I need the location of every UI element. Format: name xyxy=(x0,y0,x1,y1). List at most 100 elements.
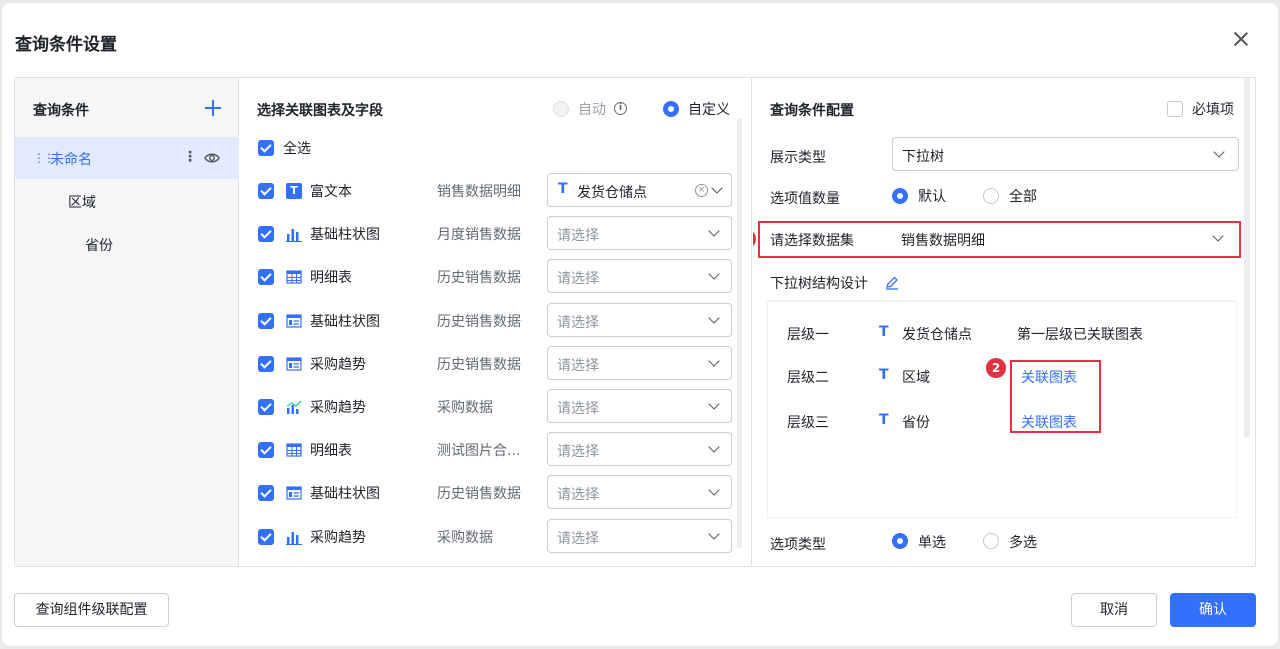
required-label: 必填项 xyxy=(1192,102,1234,118)
option-single-radio[interactable] xyxy=(892,533,908,549)
chart-name: 采购趋势 xyxy=(310,400,366,416)
select-all-label: 全选 xyxy=(283,141,311,157)
chevron-down-icon xyxy=(708,484,720,496)
field-placeholder: 请选择 xyxy=(557,358,599,374)
field-value: 发货仓储点 xyxy=(577,185,647,201)
chart-dataset: 销售数据明细 xyxy=(437,184,521,200)
dataset-value: 销售数据明细 xyxy=(901,233,985,249)
cascade-config-button[interactable]: 查询组件级联配置 xyxy=(14,593,169,627)
auto-mode-label: 自动 xyxy=(578,102,606,118)
field-placeholder: 请选择 xyxy=(557,487,599,503)
condition-list-panel: 查询条件 ⋮⋮ 未命名 ⋮ 区域 省份 xyxy=(15,78,239,566)
chart-checkbox[interactable] xyxy=(258,183,274,199)
condition-node-label: 未命名 xyxy=(50,152,92,168)
custom-mode-label: 自定义 xyxy=(688,102,730,118)
chart-checkbox[interactable] xyxy=(258,313,274,329)
chart-checkbox[interactable] xyxy=(258,442,274,458)
option-multi-label: 多选 xyxy=(1009,535,1037,551)
field-select[interactable]: 请选择 xyxy=(547,389,732,423)
highlight-link-chart xyxy=(1010,360,1101,433)
cancel-button[interactable]: 取消 xyxy=(1071,593,1157,627)
chart-checkbox[interactable] xyxy=(258,485,274,501)
select-all-checkbox[interactable] xyxy=(258,140,274,156)
config-title: 查询条件配置 xyxy=(770,103,854,119)
text-field-icon: T xyxy=(879,324,889,340)
chart-field-title: 选择关联图表及字段 xyxy=(257,103,383,119)
field-placeholder: 请选择 xyxy=(557,444,599,460)
scrollbar[interactable] xyxy=(1244,78,1250,438)
tree-design-label: 下拉树结构设计 xyxy=(770,276,868,292)
field-select[interactable]: 请选择 xyxy=(547,259,732,293)
field-select[interactable]: 请选择 xyxy=(547,303,732,337)
chevron-down-icon xyxy=(708,528,720,540)
custom-mode-radio[interactable] xyxy=(663,101,679,117)
clear-icon[interactable]: × xyxy=(695,184,708,197)
field-placeholder: 请选择 xyxy=(557,401,599,417)
level-1-status: 第一层级已关联图表 xyxy=(1017,327,1143,343)
condition-node-selected[interactable]: ⋮⋮ 未命名 ⋮ xyxy=(15,137,239,179)
list-table-icon xyxy=(286,356,302,372)
chart-name: 富文本 xyxy=(310,184,352,200)
close-icon[interactable] xyxy=(1230,28,1252,50)
level-2-name: 层级二 xyxy=(787,370,829,386)
tree-structure-box: 层级一 T 发货仓储点 第一层级已关联图表 层级二 T 区域 关联图表 层级三 … xyxy=(768,302,1236,517)
level-3-name: 层级三 xyxy=(787,415,829,431)
display-type-label: 展示类型 xyxy=(770,150,826,166)
text-icon: T xyxy=(286,183,302,199)
chart-dataset: 采购数据 xyxy=(437,530,493,546)
chevron-down-icon xyxy=(708,225,720,237)
more-icon[interactable]: ⋮ xyxy=(183,149,197,165)
chart-checkbox[interactable] xyxy=(258,356,274,372)
combo-chart-icon xyxy=(286,399,302,415)
field-select[interactable]: 请选择 xyxy=(547,519,732,553)
chevron-down-icon xyxy=(708,398,720,410)
field-select[interactable]: 请选择 xyxy=(547,346,732,380)
auto-mode-radio[interactable] xyxy=(553,101,569,117)
required-checkbox[interactable] xyxy=(1167,101,1183,117)
chart-dataset: 历史销售数据 xyxy=(437,314,521,330)
chart-name: 明细表 xyxy=(310,443,352,459)
chart-name: 基础柱状图 xyxy=(310,314,380,330)
info-icon[interactable]: i xyxy=(614,102,627,115)
scrollbar[interactable] xyxy=(737,118,742,548)
bar-chart-icon xyxy=(286,529,302,545)
option-multi-radio[interactable] xyxy=(983,533,999,549)
eye-icon[interactable] xyxy=(204,151,220,165)
field-select[interactable]: 请选择 xyxy=(547,216,732,250)
chart-checkbox[interactable] xyxy=(258,529,274,545)
chart-checkbox[interactable] xyxy=(258,269,274,285)
chart-dataset: 历史销售数据 xyxy=(437,486,521,502)
field-placeholder: 请选择 xyxy=(557,531,599,547)
chart-dataset: 历史销售数据 xyxy=(437,357,521,373)
tree-item-region[interactable]: 区域 xyxy=(68,192,96,212)
field-select[interactable]: T 发货仓储点 × xyxy=(547,173,732,207)
chevron-down-icon xyxy=(711,182,723,194)
field-placeholder: 请选择 xyxy=(557,228,599,244)
chart-dataset: 测试图片合... xyxy=(437,443,521,459)
option-default-label: 默认 xyxy=(918,189,946,205)
confirm-button[interactable]: 确认 xyxy=(1170,593,1256,627)
display-type-select[interactable]: 下拉树 xyxy=(892,137,1239,171)
chevron-down-icon xyxy=(708,441,720,453)
chart-name: 采购趋势 xyxy=(310,530,366,546)
chart-dataset: 采购数据 xyxy=(437,400,493,416)
add-condition-icon[interactable] xyxy=(205,100,221,116)
field-select[interactable]: 请选择 xyxy=(547,475,732,509)
dataset-select[interactable]: 销售数据明细 xyxy=(892,223,1238,256)
option-all-radio[interactable] xyxy=(983,188,999,204)
tree-item-province[interactable]: 省份 xyxy=(85,235,113,255)
chart-name: 基础柱状图 xyxy=(310,486,380,502)
option-all-label: 全部 xyxy=(1009,189,1037,205)
chevron-down-icon xyxy=(708,312,720,324)
level-3-field: 省份 xyxy=(902,415,930,431)
chart-name: 基础柱状图 xyxy=(310,227,380,243)
text-field-icon: T xyxy=(558,181,568,197)
chart-checkbox[interactable] xyxy=(258,399,274,415)
condition-list-title: 查询条件 xyxy=(33,103,89,119)
level-2-field: 区域 xyxy=(902,370,930,386)
option-default-radio[interactable] xyxy=(892,188,908,204)
chevron-down-icon xyxy=(1212,230,1224,242)
field-select[interactable]: 请选择 xyxy=(547,432,732,466)
chart-checkbox[interactable] xyxy=(258,226,274,242)
edit-icon[interactable] xyxy=(885,276,899,290)
